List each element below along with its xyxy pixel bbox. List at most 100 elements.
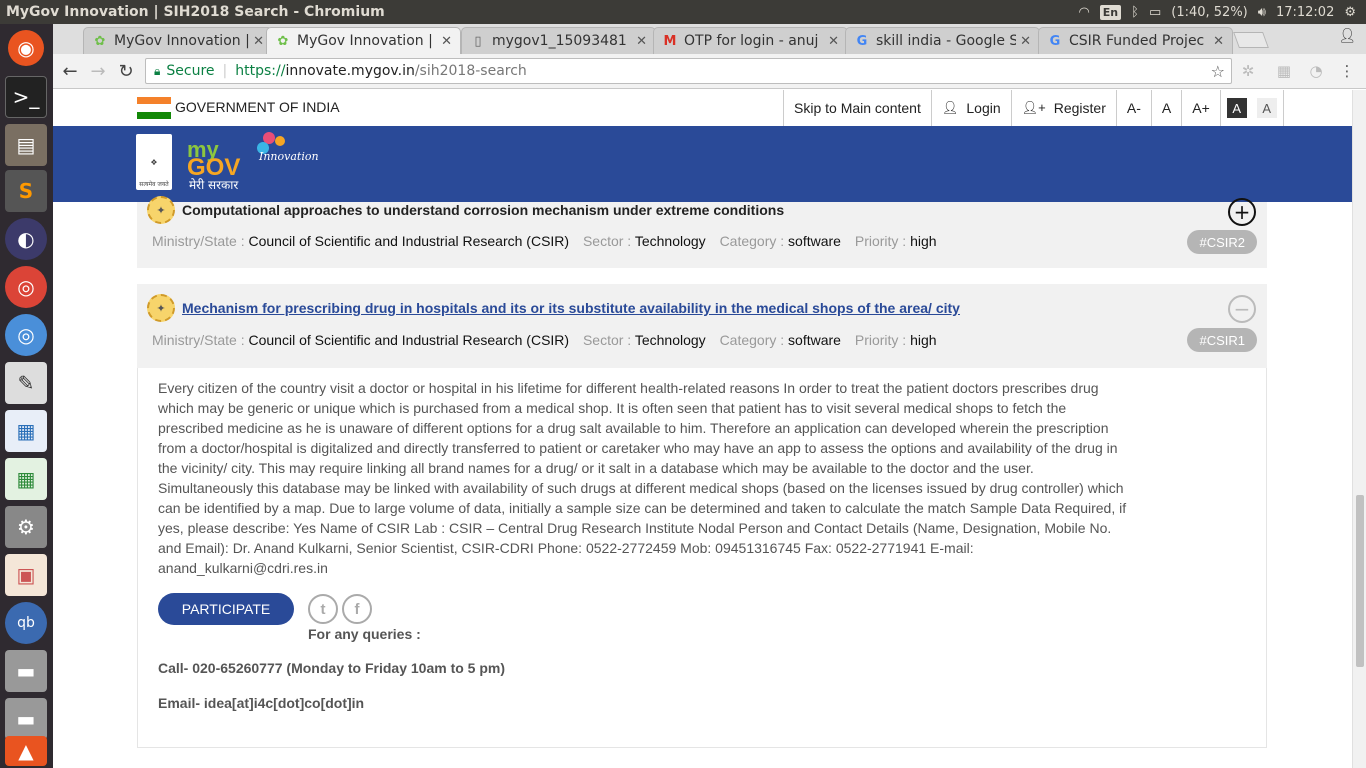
twitter-icon[interactable]: t (308, 594, 338, 624)
calc-icon[interactable]: ▦ (5, 458, 47, 500)
participate-button[interactable]: PARTICIPATE (158, 593, 294, 625)
tab-label: MyGov Innovation | (114, 33, 250, 49)
problem-tag[interactable]: #CSIR1 (1187, 328, 1257, 352)
tab-label: mygov1_15093481 (492, 33, 627, 49)
login-label: Login (966, 100, 1001, 116)
tab-4[interactable]: M OTP for login - anuj ✕ (653, 27, 848, 54)
font-increase-button[interactable]: A+ (1181, 90, 1220, 126)
impress-icon[interactable]: ▣ (5, 554, 47, 596)
tab-1[interactable]: ✿ MyGov Innovation | ✕ (83, 27, 273, 54)
google-icon: G (1049, 33, 1061, 49)
writer-icon[interactable]: ✎ (5, 362, 47, 404)
close-icon[interactable]: ✕ (1213, 34, 1224, 49)
mygov-logo[interactable]: my GOV मेरी सरकार Innovation (187, 132, 327, 192)
priority-value: high (910, 332, 937, 348)
queries-label: For any queries : (308, 626, 421, 642)
close-icon[interactable]: ✕ (1020, 34, 1031, 49)
software-center-icon[interactable]: ▲ (5, 736, 47, 766)
gov-links: Skip to Main content 👤︎ Login 👤︎+ Register… (783, 90, 1284, 126)
extension-icon-3[interactable]: ◔ (1307, 62, 1325, 80)
login-link[interactable]: 👤︎ Login (930, 90, 1011, 126)
wifi-icon[interactable]: ◠ (1078, 5, 1089, 20)
chrome-icon[interactable]: ◎ (5, 266, 47, 308)
gmail-icon: M (663, 33, 677, 49)
back-icon[interactable]: ← (59, 60, 81, 82)
forward-icon[interactable]: → (87, 60, 109, 82)
problem-title[interactable]: Computational approaches to understand c… (182, 202, 784, 218)
qbittorrent-icon[interactable]: qb (5, 602, 47, 644)
tab-6[interactable]: G CSIR Funded Projec ✕ (1038, 27, 1233, 54)
tab-2-active[interactable]: ✿ MyGov Innovation | ✕ (266, 27, 461, 54)
user-icon: 👤︎ (941, 100, 959, 115)
tab-strip: ✿ MyGov Innovation | ✕ ✿ MyGov Innovatio… (53, 24, 1366, 54)
close-icon[interactable]: ✕ (828, 34, 839, 49)
problem-card: ✦ Computational approaches to understand… (137, 196, 1267, 268)
close-icon[interactable]: ✕ (253, 34, 264, 49)
font-normal-button[interactable]: A (1150, 90, 1181, 126)
category-value: software (788, 233, 841, 249)
document-icon: ▯ (474, 33, 482, 49)
sector-key: Sector : (582, 332, 632, 348)
eclipse-icon[interactable]: ◐ (5, 218, 47, 260)
user-plus-icon: 👤︎+ (1021, 100, 1046, 115)
new-tab-button[interactable] (1233, 32, 1269, 48)
clock[interactable]: 17:12:02 (1276, 5, 1334, 20)
tab-5[interactable]: G skill india - Google S ✕ (845, 27, 1040, 54)
sublime-icon[interactable]: S (5, 170, 47, 212)
sector-key: Sector : (582, 233, 632, 249)
font-decrease-button[interactable]: A- (1115, 90, 1151, 126)
profile-icon[interactable]: 👤︎ (1338, 28, 1356, 44)
mygov-icon: ✿ (94, 33, 106, 49)
scrollbar-thumb[interactable] (1356, 495, 1364, 667)
reload-icon[interactable]: ↻ (115, 60, 137, 82)
lightbulb-icon: ✦ (147, 196, 175, 224)
collapse-minus-icon[interactable]: − (1228, 295, 1256, 323)
bluetooth-icon[interactable]: ᛒ (1131, 5, 1139, 20)
menu-icon[interactable]: ⋮ (1338, 62, 1356, 80)
battery-icon[interactable]: ▭ (1149, 5, 1161, 20)
bookmark-star-icon[interactable]: ☆ (1211, 62, 1225, 81)
power-icon[interactable]: ⚙ (1344, 5, 1356, 20)
battery-text: (1:40, 52%) (1171, 4, 1248, 20)
gov-label: GOVERNMENT OF INDIA (175, 99, 340, 115)
register-link[interactable]: 👤︎+ Register (1010, 90, 1116, 126)
skip-label: Skip to Main content (794, 100, 921, 116)
skip-to-main-link[interactable]: Skip to Main content (783, 90, 931, 126)
priority-key: Priority : (854, 332, 907, 348)
ubuntu-dash-icon[interactable]: ◉ (8, 30, 44, 66)
india-flag-icon (137, 97, 171, 119)
problem-card: ✦ Mechanism for prescribing drug in hosp… (137, 284, 1267, 368)
contrast-light-button[interactable]: A (1256, 98, 1277, 118)
expand-plus-icon[interactable]: + (1228, 198, 1256, 226)
os-top-bar: MyGov Innovation | SIH2018 Search - Chro… (0, 0, 1366, 24)
drive-icon-2[interactable]: ▬ (5, 698, 47, 740)
ministry-value: Council of Scientific and Industrial Res… (248, 332, 570, 348)
extension-icon-2[interactable]: ▦ (1275, 62, 1293, 80)
chromium-icon[interactable]: ◎ (5, 314, 47, 356)
contrast-dark-button[interactable]: A (1226, 98, 1247, 118)
keyboard-lang[interactable]: En (1099, 4, 1122, 20)
contrast-toggle: A A (1219, 90, 1284, 126)
problem-tag[interactable]: #CSIR2 (1187, 230, 1257, 254)
close-icon[interactable]: ✕ (441, 34, 452, 49)
tab-label: CSIR Funded Projec (1069, 33, 1205, 49)
register-label: Register (1053, 100, 1106, 116)
tab-3[interactable]: ▯ mygov1_15093481 ✕ (461, 27, 656, 54)
volume-icon[interactable]: 🔊︎ (1258, 5, 1266, 20)
page-content: GOVERNMENT OF INDIA Skip to Main content… (53, 90, 1352, 768)
terminal-icon[interactable]: >_ (5, 76, 47, 118)
settings-icon[interactable]: ⚙ (5, 506, 47, 548)
category-key: Category : (719, 233, 785, 249)
separator: | (222, 63, 228, 79)
national-emblem-icon: सत्यमेव जयते ❖ (136, 134, 172, 190)
address-bar[interactable]: 🔒︎ Secure | https:// innovate.mygov.in /… (145, 58, 1232, 84)
drive-icon[interactable]: ▬ (5, 650, 47, 692)
files-icon[interactable]: ▤ (5, 124, 47, 166)
facebook-icon[interactable]: f (342, 594, 372, 624)
font-minus-label: A- (1126, 100, 1141, 116)
page-scrollbar[interactable] (1352, 90, 1366, 768)
extension-icon[interactable]: ✲ (1239, 62, 1257, 80)
close-icon[interactable]: ✕ (636, 34, 647, 49)
problem-title-link[interactable]: Mechanism for prescribing drug in hospit… (182, 300, 960, 316)
document-viewer-icon[interactable]: ▦ (5, 410, 47, 452)
